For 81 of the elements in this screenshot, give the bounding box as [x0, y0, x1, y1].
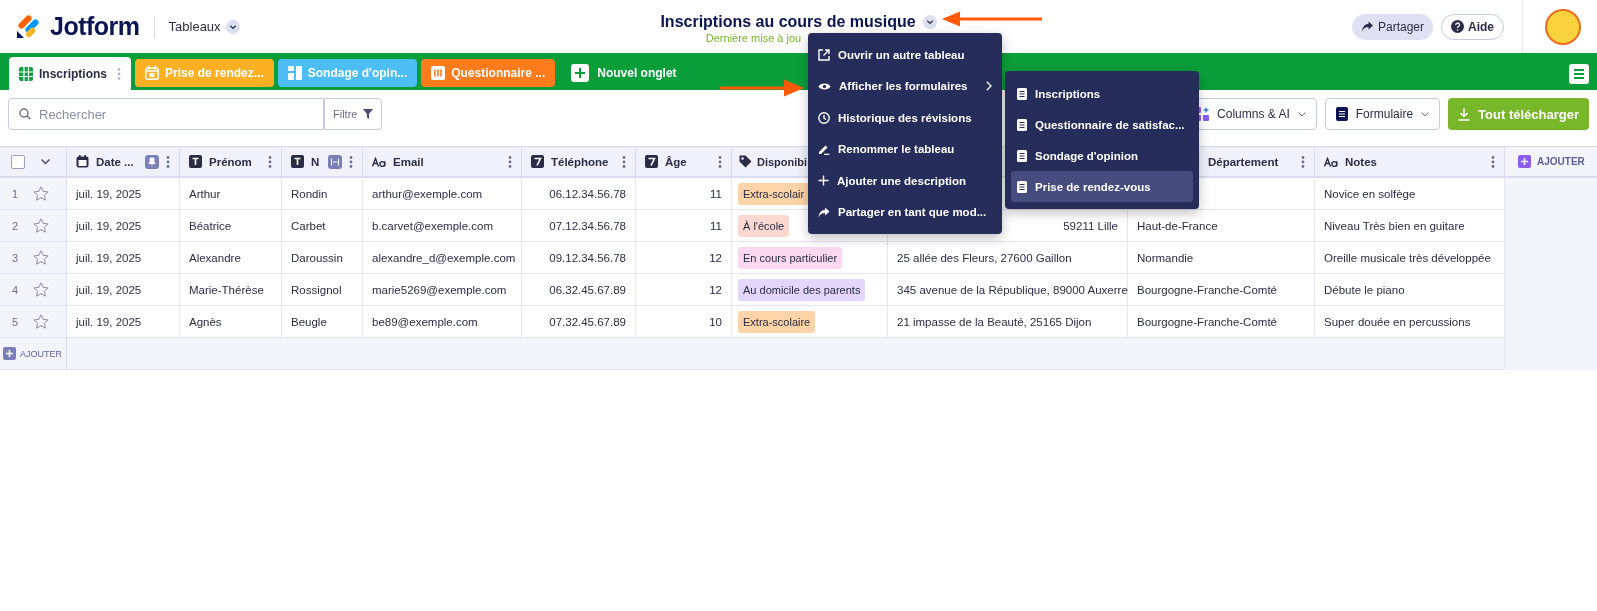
new-tab-button[interactable]: Nouvel onglet	[565, 59, 683, 87]
table-cell: Haut-de-France	[1128, 210, 1315, 242]
table-cell: 06.32.45.67.89	[522, 274, 636, 306]
tag: Extra-scolaire	[738, 310, 816, 333]
table-cell: arthur@exemple.com	[363, 178, 522, 210]
tag: Au domicile des parents	[738, 278, 866, 301]
help-button[interactable]: Aide	[1441, 13, 1504, 40]
menu-item[interactable]: Ouvrir un autre tableau	[808, 39, 1002, 71]
column-header[interactable]: N	[311, 155, 320, 168]
table-title: Inscriptions au cours de musique	[660, 13, 916, 31]
add-column-button[interactable]: AJOUTER	[1514, 155, 1589, 168]
table-cell: 25 allée des Fleurs, 27600 Gaillon	[888, 242, 1128, 274]
table-cell: 07.32.45.67.89	[522, 306, 636, 338]
table-cell: Oreille musicale très développée	[1315, 242, 1505, 274]
tag: En cours particulier	[738, 246, 843, 269]
table-cell: b.carvet@exemple.com	[363, 210, 522, 242]
workspace-label[interactable]: Tableaux	[168, 19, 221, 34]
table-cell: 09.12.34.56.78	[522, 242, 636, 274]
table-cell: Daroussin	[282, 242, 363, 274]
menu-item[interactable]: Ajouter une description	[808, 165, 1002, 197]
table-cell: Carbet	[282, 210, 363, 242]
form-button[interactable]: Formulaire	[1324, 98, 1441, 130]
search-field[interactable]: Rechercher	[8, 98, 324, 130]
table-cell: Arthur	[180, 178, 282, 210]
filter-button[interactable]: Filtre	[324, 98, 383, 130]
menu-item[interactable]: Historique des révisions	[808, 102, 1002, 134]
tag: Extra-scolair	[738, 182, 810, 205]
last-updated-text: Dernière mise à jou	[705, 32, 802, 44]
table-cell: 06.12.34.56.78	[522, 178, 636, 210]
table-cell: 12	[636, 242, 732, 274]
row-number: 3	[12, 251, 20, 264]
submenu-item[interactable]: Sondage d'opinion	[1011, 140, 1193, 171]
row-number: 2	[12, 219, 20, 232]
menu-item[interactable]: Afficher les formulaires	[808, 70, 1002, 102]
table-cell: juil. 19, 2025	[67, 178, 180, 210]
table-cell: juil. 19, 2025	[67, 274, 180, 306]
table-cell: juil. 19, 2025	[67, 242, 180, 274]
table-cell: Bourgogne-Franche-Comté	[1128, 274, 1315, 306]
table-cell: be89@exemple.com	[363, 306, 522, 338]
table-cell: 11	[636, 178, 732, 210]
table-cell: Béatrice	[180, 210, 282, 242]
table-cell: Beugle	[282, 306, 363, 338]
sheet-tab[interactable]: Inscriptions	[9, 57, 131, 90]
table-cell: Normandie	[1128, 242, 1315, 274]
logo-text: Jotform	[50, 12, 140, 41]
share-button[interactable]: Partager	[1351, 13, 1433, 40]
table-cell: marie5269@exemple.com	[363, 274, 522, 306]
column-header[interactable]: Notes	[1345, 155, 1377, 168]
column-header[interactable]: Date ...	[96, 155, 134, 168]
table-cell: Niveau Très bien en guitare	[1315, 210, 1505, 242]
row-number: 5	[12, 315, 20, 328]
table-cell: Alexandre	[180, 242, 282, 274]
table-cell: Rondin	[282, 178, 363, 210]
tag: À l'école	[738, 214, 790, 237]
column-header[interactable]: Téléphone	[551, 155, 609, 168]
table-cell: 345 avenue de la République, 89000 Auxerre	[888, 274, 1128, 306]
table-cell: Novice en solfège	[1315, 178, 1505, 210]
table-cell: juil. 19, 2025	[67, 210, 180, 242]
table-cell: Débute le piano	[1315, 274, 1505, 306]
table-cell: 10	[636, 306, 732, 338]
table-cell: alexandre_d@exemple.com	[363, 242, 522, 274]
column-header[interactable]: Disponibi	[757, 155, 808, 168]
table-cell: 21 impasse de la Beauté, 25165 Dijon	[888, 306, 1128, 338]
table-cell: 07.12.34.56.78	[522, 210, 636, 242]
table-cell: juil. 19, 2025	[67, 306, 180, 338]
row-number: 4	[12, 283, 20, 296]
column-header[interactable]: Prénom	[209, 155, 252, 168]
add-row-button[interactable]: AJOUTER	[0, 347, 65, 360]
column-header[interactable]: Âge	[665, 155, 687, 168]
submenu-item[interactable]: Prise de rendez-vous	[1011, 171, 1193, 202]
table-cell: Rossignol	[282, 274, 363, 306]
table-cell: Agnès	[180, 306, 282, 338]
table-cell: Marie-Thérèse	[180, 274, 282, 306]
menu-item[interactable]: Renommer le tableau	[808, 133, 1002, 165]
column-header[interactable]: Département	[1208, 155, 1279, 168]
row-number: 1	[12, 187, 20, 200]
table-cell: Bourgogne-Franche-Comté	[1128, 306, 1315, 338]
table-cell: Super douée en percussions	[1315, 306, 1505, 338]
table-cell: 12	[636, 274, 732, 306]
column-header[interactable]: Email	[393, 155, 424, 168]
table-cell: 11	[636, 210, 732, 242]
